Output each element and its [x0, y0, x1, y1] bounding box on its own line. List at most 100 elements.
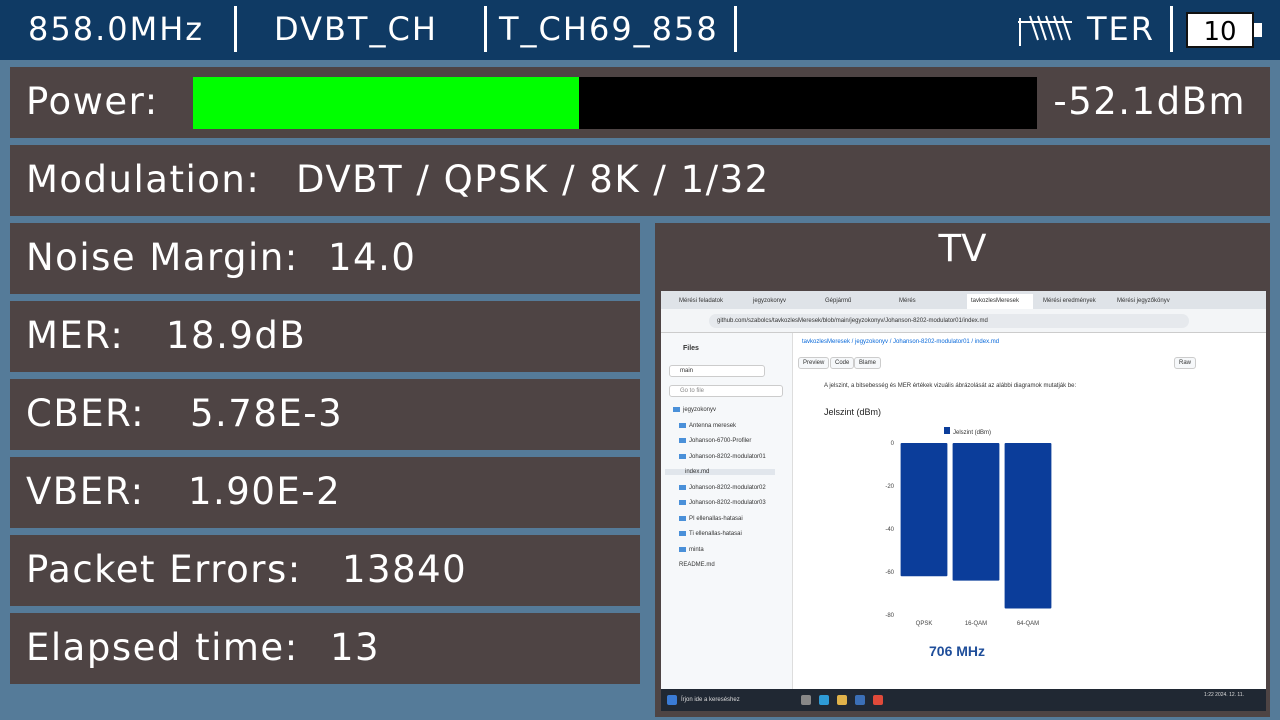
- power-level-fill: [193, 77, 579, 129]
- x-tick-label: QPSK: [916, 621, 933, 627]
- browser-tab: tavkozlesMeresek: [967, 294, 1033, 309]
- packet-errors-value: 13840: [342, 548, 468, 591]
- band-readout: TER: [1087, 10, 1155, 48]
- tree-item-selected: index.md: [665, 469, 775, 475]
- tree-item: Johanson-8202-modulator03: [679, 500, 766, 506]
- code-button: Code: [830, 357, 855, 369]
- noise-margin-panel: Noise Margin: 14.0: [10, 223, 640, 294]
- tree-item: PI ellenallas-hatasai: [679, 516, 743, 522]
- divider: [734, 6, 737, 52]
- raw-button: Raw: [1174, 357, 1197, 369]
- vber-value: 1.90E-2: [188, 470, 342, 513]
- tree-item-label: Johanson-6700-Profiler: [689, 438, 752, 445]
- branch-selector: main: [669, 365, 765, 377]
- folder-icon: [679, 547, 686, 552]
- tree-item: Johanson-6700-Profiler: [679, 438, 751, 444]
- x-tick-label: 16-QAM: [965, 621, 987, 627]
- intro-text: A jelszint, a bitsebesség és MER értékek…: [824, 383, 1077, 389]
- file-sidebar: Files main Go to file jegyzokonyv Antenn…: [661, 333, 793, 689]
- divider: [1170, 6, 1173, 52]
- folder-icon: [679, 485, 686, 490]
- elapsed-time-value: 13: [330, 626, 381, 669]
- status-bar: 858.0MHz DVBT_CH T_CH69_858 TER 10: [0, 0, 1280, 60]
- mer-label: MER:: [26, 314, 125, 357]
- standard-readout: DVBT_CH: [274, 10, 438, 48]
- packet-errors-panel: Packet Errors: 13840: [10, 535, 640, 606]
- tree-item-label: Antenna meresek: [689, 423, 737, 430]
- signal-level-chart: Jelszint (dBm) 0 -20 -40 -60 -80 QPSK 16-QAM 64-…: [885, 427, 1052, 627]
- chart-bar: [1004, 443, 1052, 609]
- tree-item-label: PI ellenallas-hatasai: [689, 516, 743, 523]
- folder-icon: [679, 531, 686, 536]
- x-tick-label: 64-QAM: [1017, 621, 1039, 627]
- divider: [484, 6, 487, 52]
- browser-tab: jegyzokonyv: [753, 298, 787, 304]
- vber-label: VBER:: [26, 470, 145, 513]
- chart-title: Jelszint (dBm): [824, 407, 882, 417]
- preview-button: Preview: [798, 357, 830, 369]
- battery-value: 10: [1203, 17, 1237, 47]
- edge-icon: [819, 695, 829, 705]
- antenna-icon: [1018, 15, 1072, 46]
- cber-panel: CBER: 5.78E-3: [10, 379, 640, 450]
- url-field: github.com/szabolcs/tavkozlesMeresek/blo…: [709, 314, 1189, 328]
- browser-tab: Mérési eredmények: [1043, 298, 1096, 304]
- vber-panel: VBER: 1.90E-2: [10, 457, 640, 528]
- tv-title: TV: [938, 227, 987, 270]
- folder-icon: [679, 500, 686, 505]
- folder-icon: [679, 438, 686, 443]
- y-tick-label: -60: [885, 570, 894, 576]
- tree-item: minta: [679, 547, 704, 553]
- folder-icon: [673, 407, 680, 412]
- tree-item-label: minta: [689, 547, 704, 554]
- tree-item-label: Johanson-8202-modulator01: [689, 454, 766, 461]
- go-to-file-input: Go to file: [669, 385, 783, 397]
- packet-errors-label: Packet Errors:: [26, 548, 302, 591]
- folder-icon: [679, 454, 686, 459]
- cber-label: CBER:: [26, 392, 146, 435]
- elapsed-time-panel: Elapsed time: 13: [10, 613, 640, 684]
- tree-item-label: README.md: [679, 562, 715, 568]
- battery-body: 10: [1186, 12, 1254, 48]
- modulation-label: Modulation:: [26, 158, 261, 201]
- y-tick-label: -40: [885, 527, 894, 533]
- battery-tip: [1254, 23, 1262, 37]
- chrome-icon: [873, 695, 883, 705]
- taskbar: Írjon ide a kereséshez 1:22 2024. 12. 11…: [661, 689, 1266, 711]
- store-icon: [855, 695, 865, 705]
- browser-tab: Gépjármű: [825, 298, 852, 304]
- cber-value: 5.78E-3: [190, 392, 344, 435]
- power-label: Power:: [26, 80, 159, 123]
- tree-item: jegyzokonyv: [673, 407, 716, 413]
- mer-panel: MER: 18.9dB: [10, 301, 640, 372]
- battery-icon: 10: [1186, 12, 1264, 48]
- elapsed-time-label: Elapsed time:: [26, 626, 299, 669]
- legend-label: Jelszint (dBm): [953, 430, 991, 436]
- noise-margin-label: Noise Margin:: [26, 236, 299, 279]
- tree-item: README.md: [679, 562, 715, 568]
- channel-readout: T_CH69_858: [499, 10, 719, 48]
- tv-screenshot: Mérési feladatok jegyzokonyv Gépjármű Mé…: [661, 291, 1266, 711]
- tree-item-label: Johanson-8202-modulator03: [689, 500, 766, 507]
- tree-item: Ti ellenallas-hatasai: [679, 531, 742, 537]
- power-value: -52.1dBm: [1053, 80, 1246, 123]
- browser-tab-strip: Mérési feladatok jegyzokonyv Gépjármű Mé…: [661, 291, 1266, 309]
- tree-item-label: index.md: [685, 469, 710, 475]
- modulation-panel: Modulation: DVBT / QPSK / 8K / 1/32: [10, 145, 1270, 216]
- power-panel: Power: -52.1dBm: [10, 67, 1270, 138]
- browser-address-bar: github.com/szabolcs/tavkozlesMeresek/blo…: [661, 309, 1266, 333]
- taskbar-clock: 1:22 2024. 12. 11.: [1204, 692, 1244, 698]
- y-tick-label: -80: [885, 613, 894, 619]
- divider: [234, 6, 237, 52]
- tree-item-label: jegyzokonyv: [683, 407, 717, 414]
- browser-tab: Mérési feladatok: [679, 298, 724, 304]
- power-level-bar: [193, 77, 1037, 129]
- tree-item-label: Johanson-8202-modulator02: [689, 485, 766, 492]
- files-heading: Files: [683, 345, 699, 352]
- frequency-readout: 858.0MHz: [28, 10, 205, 48]
- tree-item: Johanson-8202-modulator01: [679, 454, 766, 460]
- task-view-icon: [801, 695, 811, 705]
- mer-value: 18.9dB: [166, 314, 307, 357]
- folder-icon: [679, 516, 686, 521]
- explorer-icon: [837, 695, 847, 705]
